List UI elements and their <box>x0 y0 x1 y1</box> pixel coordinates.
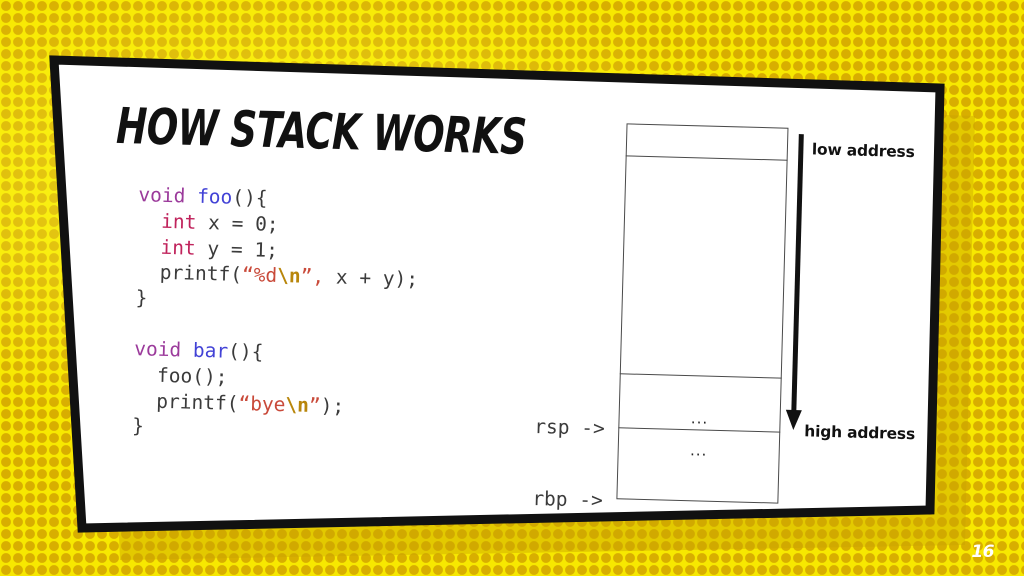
code-token: x + y); <box>323 265 419 292</box>
code-token: } <box>131 414 145 438</box>
address-direction-arrow-icon <box>785 134 804 430</box>
code-token: y = 1; <box>195 236 279 262</box>
low-address-label: low address <box>811 140 915 162</box>
code-token: printf( <box>136 260 243 287</box>
code-block-bar: void bar(){ foo(); printf(“bye\n”); } <box>132 336 346 445</box>
page-number-badge: 16 <box>971 542 994 562</box>
register-label-rbp: rbp -> <box>532 486 604 512</box>
high-address-label: high address <box>804 422 916 444</box>
code-token: (){ <box>227 339 264 364</box>
code-token: bar <box>192 338 229 363</box>
code-token: printf( <box>132 388 239 415</box>
code-token: “%d <box>241 263 278 288</box>
code-token: int <box>160 209 197 234</box>
code-token: \n <box>285 392 310 417</box>
code-token: ); <box>320 393 345 418</box>
code-token: x = 0; <box>196 210 279 236</box>
register-label-rsp: rsp -> <box>534 414 606 440</box>
code-token: void <box>138 183 198 208</box>
code-token: int <box>160 235 197 260</box>
slide-canvas: HOW STACK WORKS void foo(){ int x = 0; i… <box>0 0 1024 576</box>
code-token: (){ <box>232 185 268 210</box>
code-token: “bye <box>238 391 286 416</box>
code-token: } <box>135 286 148 310</box>
code-token: foo <box>196 184 233 209</box>
code-token: \n <box>276 264 301 288</box>
code-token: void <box>133 337 194 362</box>
code-token: foo(); <box>133 362 228 389</box>
code-token: ”, <box>300 264 325 289</box>
code-token: ” <box>308 393 322 417</box>
code-block-foo: void foo(){ int x = 0; int y = 1; printf… <box>135 182 420 319</box>
card-content-layer: HOW STACK WORKS void foo(){ int x = 0; i… <box>0 0 1024 576</box>
page-title: HOW STACK WORKS <box>115 96 528 166</box>
